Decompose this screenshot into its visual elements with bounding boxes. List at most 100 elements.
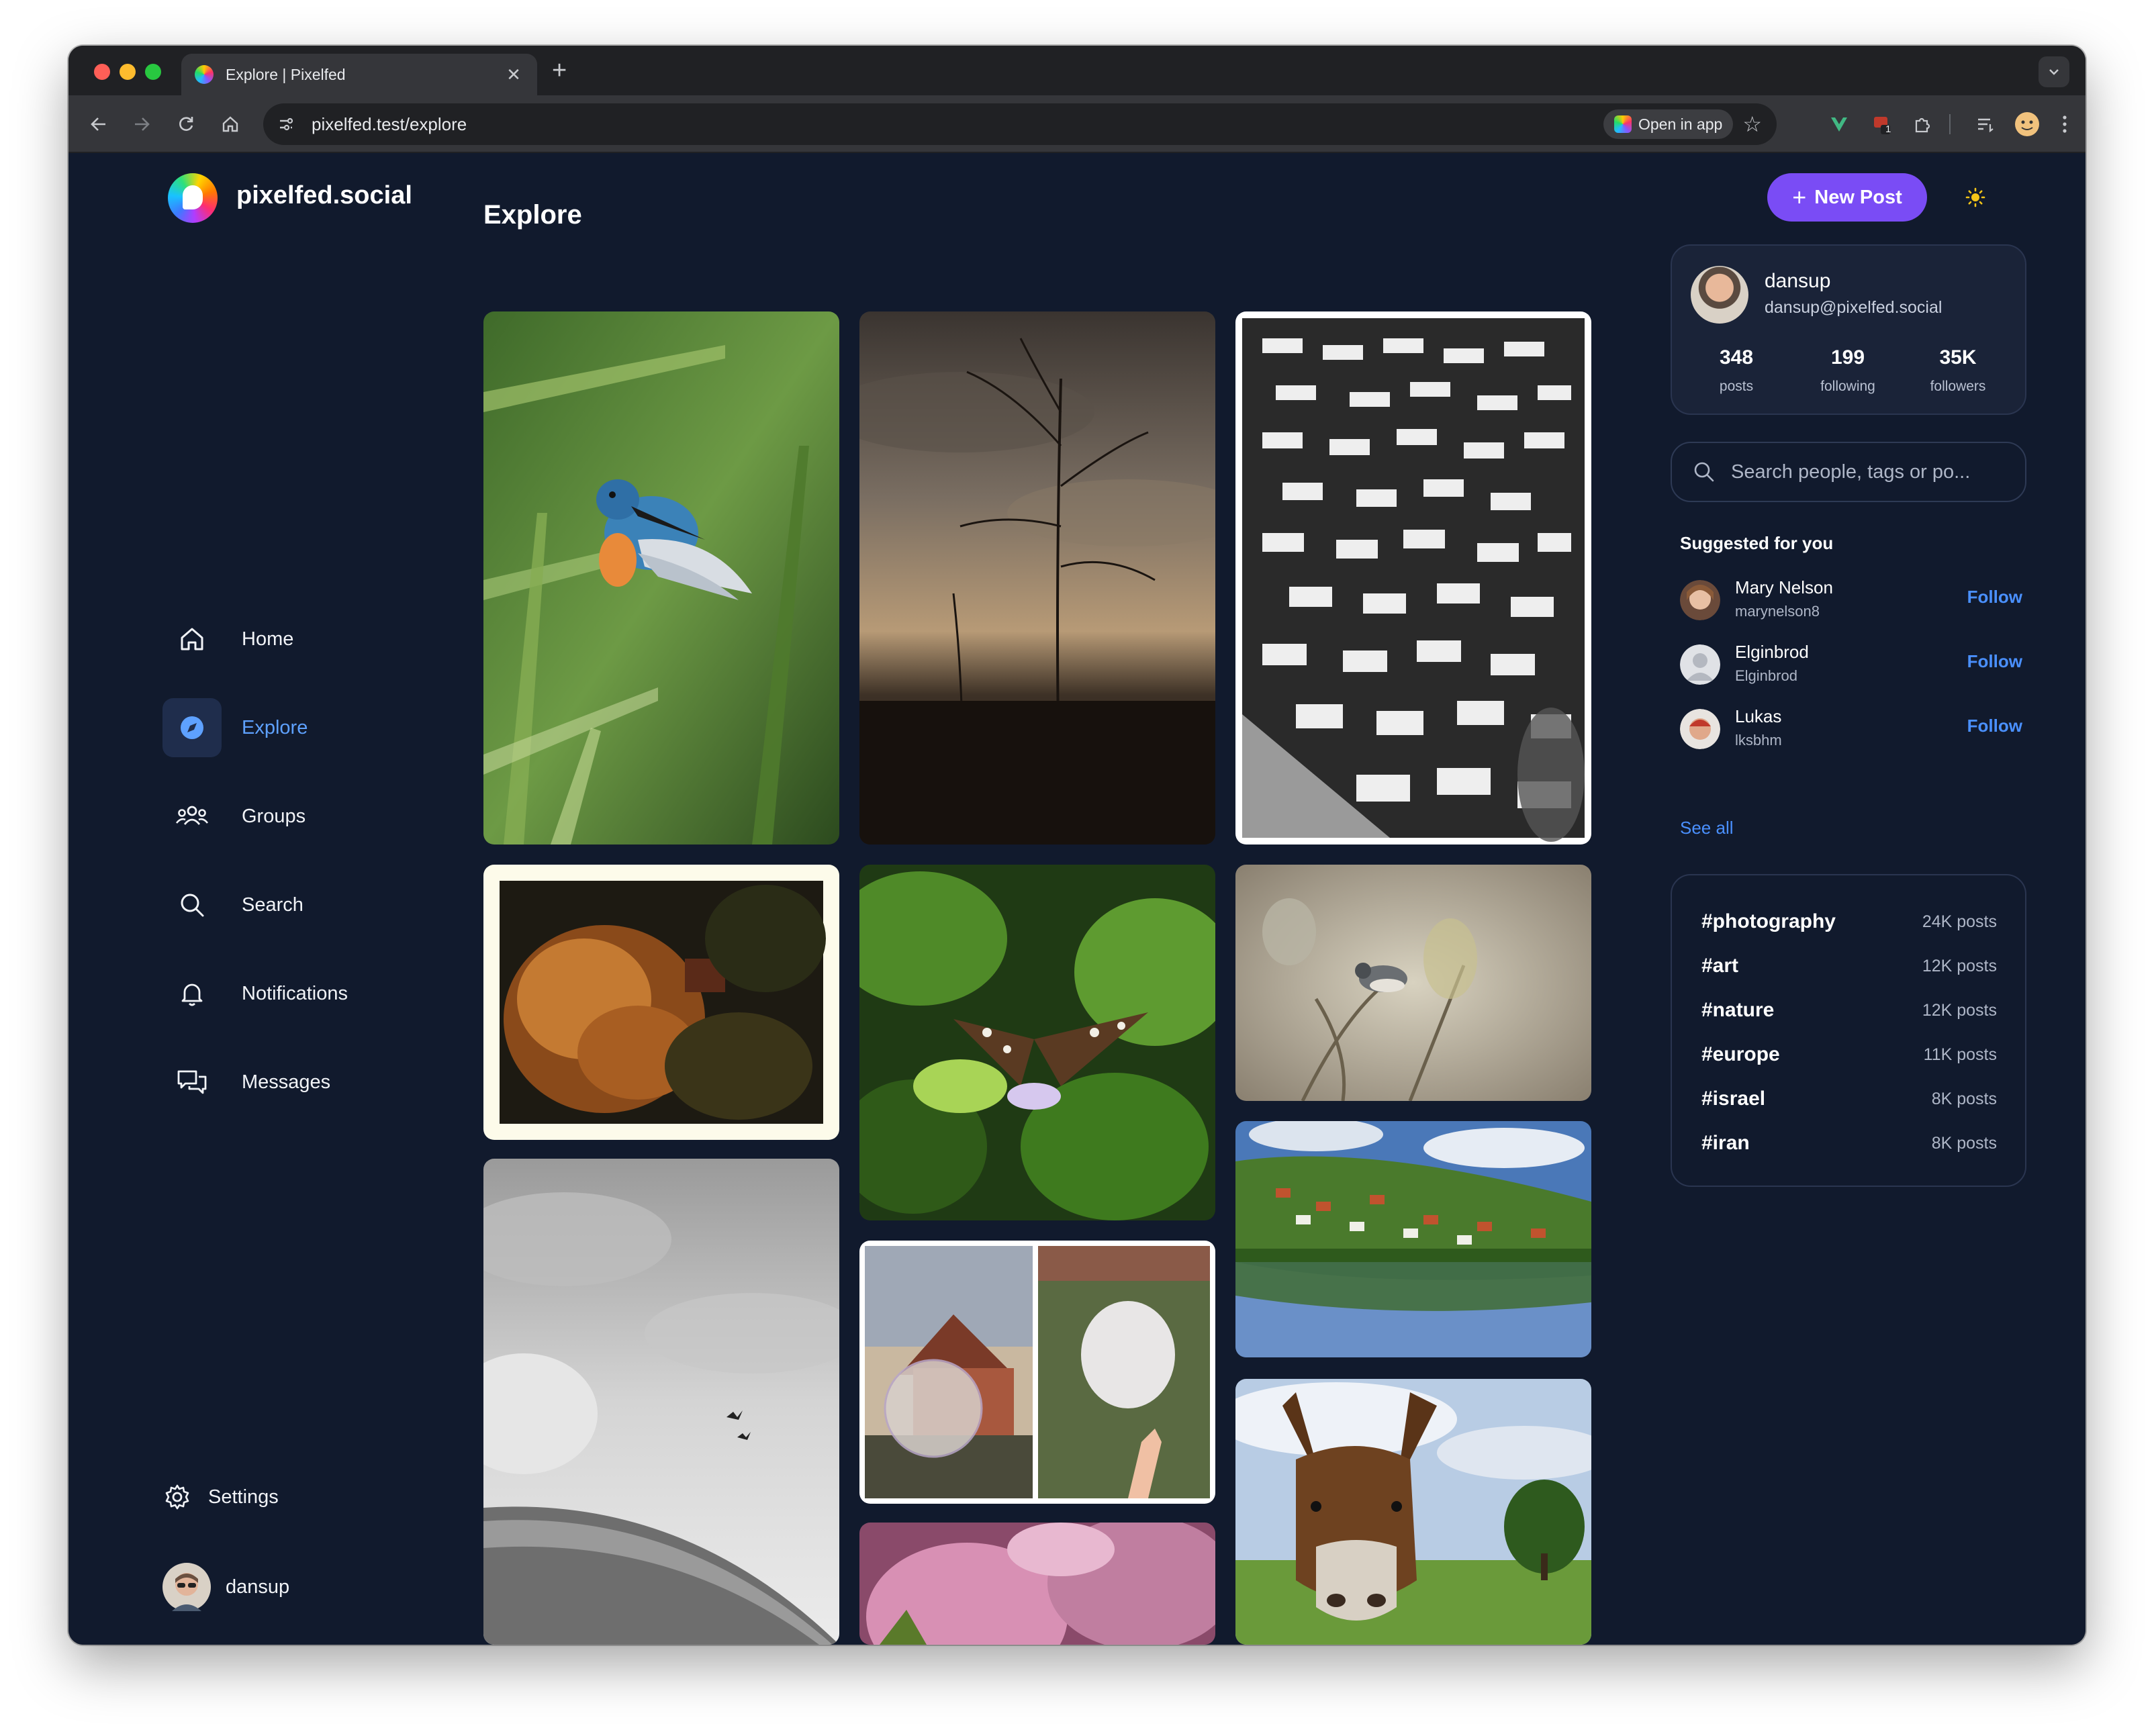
open-in-app-button[interactable]: Open in app	[1603, 109, 1734, 139]
sidebar-item-search[interactable]: Search	[162, 875, 337, 934]
sidebar-item-settings[interactable]: Settings	[162, 1482, 279, 1512]
post-image	[483, 1159, 839, 1645]
sidebar-item-groups[interactable]: Groups	[162, 787, 337, 846]
site-info-icon[interactable]	[271, 109, 301, 139]
reload-icon	[179, 117, 193, 131]
suggestion-name[interactable]: Elginbrod	[1735, 642, 1809, 663]
extensions-puzzle-icon[interactable]	[1906, 107, 1939, 141]
bookmark-star-icon[interactable]: ☆	[1742, 111, 1762, 137]
suggestion-row: Mary Nelson marynelson8 Follow	[1680, 575, 2022, 622]
pixelfed-app: pixelfed.social + New Post Home Explore …	[68, 153, 2086, 1645]
sidebar-profile-link[interactable]: dansup	[162, 1563, 289, 1611]
url-text: pixelfed.test/explore	[312, 113, 467, 134]
photo-building-bw[interactable]	[1235, 311, 1591, 845]
tag-row[interactable]: #nature 12K posts	[1701, 994, 1997, 1027]
tag-name: #photography	[1701, 910, 1836, 932]
browser-profile-avatar[interactable]	[2010, 107, 2044, 141]
stat-label: following	[1820, 379, 1875, 394]
stat-followers[interactable]: 35K followers	[1911, 346, 2005, 395]
follow-button[interactable]: Follow	[1967, 587, 2022, 608]
sidebar-item-label: Search	[242, 894, 303, 916]
post-image	[1235, 1121, 1591, 1357]
photo-kingfisher[interactable]	[483, 311, 839, 845]
tag-row[interactable]: #israel 8K posts	[1701, 1082, 1997, 1116]
sidebar-item-label: Messages	[242, 1071, 331, 1093]
post-image	[483, 311, 839, 845]
pixelfed-logo-icon[interactable]	[168, 173, 218, 223]
search-input[interactable]	[1731, 461, 2013, 483]
post-image	[865, 1246, 1210, 1498]
tag-row[interactable]: #art 12K posts	[1701, 949, 1997, 983]
follow-button[interactable]: Follow	[1967, 716, 2022, 736]
avatar[interactable]	[1680, 580, 1720, 620]
follow-button[interactable]: Follow	[1967, 651, 2022, 672]
photo-grass-silhouette[interactable]	[859, 311, 1215, 845]
back-button[interactable]	[82, 107, 115, 141]
vue-devtools-extension-icon[interactable]	[1822, 107, 1856, 141]
reading-list-icon[interactable]	[1969, 107, 2002, 141]
photo-pink-flower[interactable]	[859, 1523, 1215, 1645]
profile-card[interactable]: dansup dansup@pixelfed.social 348 posts …	[1671, 244, 2026, 415]
photo-chestnut-tree[interactable]	[483, 865, 839, 1140]
browser-window: Explore | Pixelfed ✕ + pixelfed.test/exp…	[68, 46, 2086, 1645]
avatar[interactable]	[1680, 709, 1720, 749]
search-box[interactable]	[1671, 442, 2026, 502]
toolbar-divider	[1949, 107, 1951, 141]
address-bar[interactable]: pixelfed.test/explore Open in app ☆	[263, 103, 1777, 145]
photo-bird-branch[interactable]	[1235, 865, 1591, 1101]
photo-butterfly[interactable]	[859, 865, 1215, 1220]
avatar	[162, 1563, 211, 1611]
post-image	[500, 881, 826, 1124]
pixelfed-favicon-icon	[195, 65, 214, 84]
post-image	[1235, 1379, 1591, 1645]
photo-sky-birds[interactable]	[483, 1159, 839, 1645]
tag-name: #europe	[1701, 1043, 1780, 1065]
new-post-button[interactable]: + New Post	[1767, 173, 1927, 222]
post-image	[1242, 318, 1585, 842]
sidebar-item-home[interactable]: Home	[162, 610, 337, 669]
browser-tab[interactable]: Explore | Pixelfed ✕	[181, 54, 537, 95]
minimize-window-button[interactable]	[120, 64, 136, 80]
brand-name[interactable]: pixelfed.social	[236, 181, 412, 210]
chevron-down-icon	[2049, 69, 2059, 75]
avatar[interactable]	[1691, 266, 1748, 324]
see-all-link[interactable]: See all	[1680, 818, 1734, 838]
tab-search-button[interactable]	[2039, 56, 2069, 87]
sidebar-item-notifications[interactable]: Notifications	[162, 964, 348, 1023]
sidebar-item-messages[interactable]: Messages	[162, 1053, 337, 1112]
photo-donkey[interactable]	[1235, 1379, 1591, 1645]
tab-bar: Explore | Pixelfed ✕ +	[68, 46, 2086, 95]
extension-badge-count: 1	[1885, 124, 1891, 135]
close-window-button[interactable]	[94, 64, 110, 80]
tag-count: 24K posts	[1922, 912, 1997, 931]
suggestion-name[interactable]: Mary Nelson	[1735, 577, 1833, 598]
browser-toolbar: pixelfed.test/explore Open in app ☆ 1	[68, 95, 2086, 153]
compass-icon	[162, 698, 222, 757]
close-tab-icon[interactable]: ✕	[504, 64, 524, 85]
avatar[interactable]	[1680, 644, 1720, 685]
tag-count: 8K posts	[1931, 1133, 1997, 1153]
profile-name: dansup	[1765, 270, 1831, 292]
new-tab-button[interactable]: +	[552, 55, 567, 86]
maximize-window-button[interactable]	[145, 64, 161, 80]
tag-row[interactable]: #photography 24K posts	[1701, 905, 1997, 938]
tag-row[interactable]: #iran 8K posts	[1701, 1126, 1997, 1160]
home-button[interactable]	[214, 107, 247, 141]
app-icon	[1613, 115, 1632, 133]
search-icon	[1691, 459, 1718, 485]
reload-button[interactable]	[169, 107, 203, 141]
forward-button[interactable]	[125, 107, 158, 141]
photo-bubble-diptych[interactable]	[859, 1241, 1215, 1504]
suggestion-name[interactable]: Lukas	[1735, 706, 1781, 727]
suggestion-handle: marynelson8	[1735, 603, 1820, 620]
theme-toggle-sun-icon[interactable]	[1961, 183, 1990, 212]
photo-lake-village[interactable]	[1235, 1121, 1591, 1357]
suggestion-handle: Elginbrod	[1735, 667, 1797, 684]
browser-menu-icon[interactable]	[2048, 107, 2081, 141]
extension-badge-icon[interactable]: 1	[1865, 107, 1899, 141]
stat-posts[interactable]: 348 posts	[1689, 346, 1783, 395]
stat-following[interactable]: 199 following	[1801, 346, 1895, 395]
sidebar-item-explore[interactable]: Explore	[162, 698, 337, 757]
tag-row[interactable]: #europe 11K posts	[1701, 1038, 1997, 1071]
stat-label: followers	[1930, 379, 1986, 394]
